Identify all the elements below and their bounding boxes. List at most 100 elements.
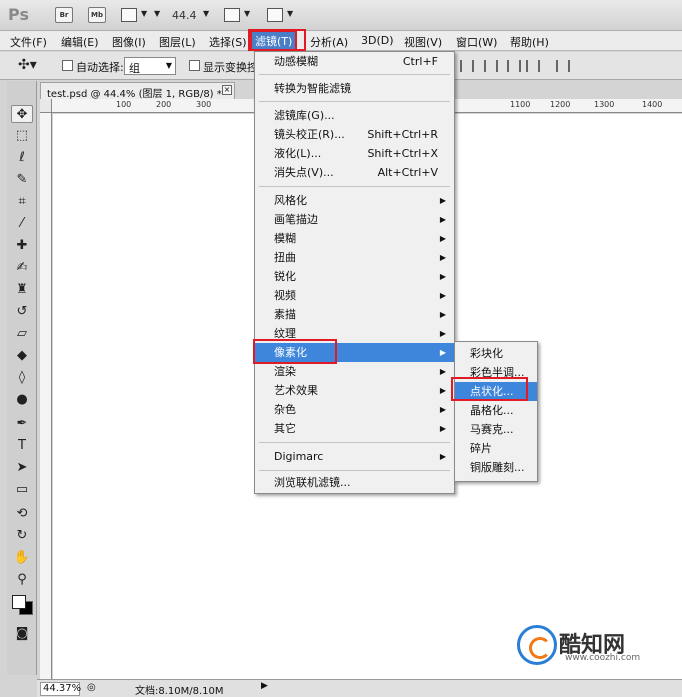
zoom-tool-icon[interactable]: ⚲ xyxy=(11,571,33,589)
filter-vanishing-point-item[interactable]: 消失点(V)... Alt+Ctrl+V xyxy=(255,163,454,182)
status-options-icon[interactable]: ◎ xyxy=(87,682,96,693)
filter-liquify-item[interactable]: 液化(L)... Shift+Ctrl+X xyxy=(255,144,454,163)
bridge-button[interactable]: Br xyxy=(55,7,73,23)
filter-other-item[interactable]: 其它 ▶ xyxy=(255,419,454,438)
pixelate-fragment-item[interactable]: 碎片 xyxy=(455,439,537,458)
eyedropper-tool-icon[interactable]: ⁄ xyxy=(11,215,33,233)
chevron-down-icon[interactable]: ▼ xyxy=(203,9,209,18)
brush-tool-icon[interactable]: ✍ xyxy=(11,259,33,277)
submenu-arrow-icon: ▶ xyxy=(439,424,446,433)
filter-stylize-item[interactable]: 风格化 ▶ xyxy=(255,191,454,210)
blur-tool-icon[interactable]: ◊ xyxy=(11,369,33,387)
filter-gallery-item[interactable]: 滤镜库(G)... xyxy=(255,106,454,125)
foreground-color-swatch[interactable] xyxy=(12,595,26,609)
filter-distort-item[interactable]: 扭曲 ▶ xyxy=(255,248,454,267)
menu-view[interactable]: 视图(V) xyxy=(404,34,442,50)
hand-tool-icon[interactable]: ✋ xyxy=(11,549,33,567)
photoshop-logo: Ps xyxy=(8,5,29,24)
pixelate-pointillize-item[interactable]: 点状化... xyxy=(455,382,537,401)
filter-noise-item[interactable]: 杂色 ▶ xyxy=(255,400,454,419)
ruler-origin[interactable] xyxy=(40,99,52,113)
submenu-arrow-icon: ▶ xyxy=(439,196,446,205)
filter-pixelate-item[interactable]: 像素化 ▶ xyxy=(255,343,454,362)
menu-analysis[interactable]: 分析(A) xyxy=(310,34,348,50)
submenu-arrow-icon: ▶ xyxy=(439,291,446,300)
pen-tool-icon[interactable]: ✒ xyxy=(11,415,33,433)
menu-item-label: 液化(L)... xyxy=(274,147,322,160)
auto-select-checkbox[interactable] xyxy=(62,60,73,71)
filter-browse-online-item[interactable]: 浏览联机滤镜... xyxy=(255,473,454,492)
healing-brush-tool-icon[interactable]: ✚ xyxy=(11,237,33,255)
menu-select[interactable]: 选择(S) xyxy=(209,34,247,50)
shape-tool-icon[interactable]: ▭ xyxy=(11,481,33,499)
filter-digimarc-item[interactable]: Digimarc ▶ xyxy=(255,447,454,466)
status-zoom-field[interactable]: 44.37% xyxy=(40,682,81,696)
auto-align-icon[interactable] xyxy=(556,60,570,72)
ruler-tick-label: 1200 xyxy=(550,100,571,109)
filter-convert-smart-item[interactable]: 转换为智能滤镜 xyxy=(255,79,454,98)
3d-orbit-tool-icon[interactable]: ↻ xyxy=(11,527,33,545)
menu-item-label: 锐化 xyxy=(274,270,296,283)
close-icon[interactable]: × xyxy=(222,85,232,95)
menu-filter[interactable]: 滤镜(T) xyxy=(249,30,298,51)
menu-file[interactable]: 文件(F) xyxy=(10,34,47,50)
chevron-down-icon[interactable]: ▼ xyxy=(244,9,250,18)
paint-bucket-tool-icon[interactable]: ◆ xyxy=(11,347,33,365)
dodge-tool-icon[interactable]: ● xyxy=(11,391,33,409)
status-menu-arrow-icon[interactable]: ▶ xyxy=(261,681,273,695)
align-bottom-icon[interactable] xyxy=(507,60,521,72)
align-left-icon[interactable] xyxy=(526,60,540,72)
pixelate-color-halftone-item[interactable]: 彩色半调... xyxy=(455,363,537,382)
move-tool-preset-icon[interactable]: ✣▾ xyxy=(18,57,37,73)
filter-sketch-item[interactable]: 素描 ▶ xyxy=(255,305,454,324)
menu-edit[interactable]: 编辑(E) xyxy=(61,34,99,50)
arrange-documents-icon[interactable] xyxy=(224,8,240,22)
ruler-tick-label: 100 xyxy=(116,100,132,109)
marquee-tool-icon[interactable]: ⬚ xyxy=(11,127,33,145)
menu-3d[interactable]: 3D(D) xyxy=(361,34,394,47)
screen-mode-icon[interactable] xyxy=(267,8,283,22)
clone-stamp-tool-icon[interactable]: ♜ xyxy=(11,281,33,299)
quick-select-tool-icon[interactable]: ✎ xyxy=(11,171,33,189)
mini-bridge-button[interactable]: Mb xyxy=(88,7,106,23)
pixelate-mezzotint-item[interactable]: 铜版雕刻... xyxy=(455,458,537,477)
filter-artistic-item[interactable]: 艺术效果 ▶ xyxy=(255,381,454,400)
eraser-tool-icon[interactable]: ▱ xyxy=(11,325,33,343)
zoom-level[interactable]: 44.4 xyxy=(172,9,197,22)
menu-image[interactable]: 图像(I) xyxy=(112,34,146,50)
menu-window[interactable]: 窗口(W) xyxy=(456,34,497,50)
filter-brush-strokes-item[interactable]: 画笔描边 ▶ xyxy=(255,210,454,229)
align-vcenter-icon[interactable] xyxy=(484,60,498,72)
menu-layer[interactable]: 图层(L) xyxy=(159,34,196,50)
align-top-icon[interactable] xyxy=(460,60,474,72)
chevron-down-icon[interactable]: ▼ xyxy=(287,9,293,18)
move-tool-icon[interactable]: ✥ xyxy=(11,105,33,123)
filter-sharpen-item[interactable]: 锐化 ▶ xyxy=(255,267,454,286)
pixelate-color-halftone-block-item[interactable]: 彩块化 xyxy=(455,344,537,363)
filter-video-item[interactable]: 视频 ▶ xyxy=(255,286,454,305)
auto-select-dropdown[interactable]: 组 ▼ xyxy=(124,57,176,75)
document-tab[interactable]: test.psd @ 44.4% (图层 1, RGB/8) * xyxy=(40,82,235,100)
3d-rotate-tool-icon[interactable]: ⟲ xyxy=(11,505,33,523)
path-select-tool-icon[interactable]: ➤ xyxy=(11,459,33,477)
pixelate-crystallize-item[interactable]: 晶格化... xyxy=(455,401,537,420)
menu-item-shortcut: Ctrl+F xyxy=(402,55,438,68)
type-tool-icon[interactable]: T xyxy=(11,437,33,455)
pixelate-mosaic-item[interactable]: 马赛克... xyxy=(455,420,537,439)
quick-mask-icon[interactable]: ◙ xyxy=(11,625,33,643)
lasso-tool-icon[interactable]: ℓ xyxy=(11,149,33,167)
menu-help[interactable]: 帮助(H) xyxy=(510,34,549,50)
show-transform-label: 显示变换控 xyxy=(203,61,258,74)
crop-tool-icon[interactable]: ⌗ xyxy=(11,193,33,211)
filter-texture-item[interactable]: 纹理 ▶ xyxy=(255,324,454,343)
history-brush-tool-icon[interactable]: ↺ xyxy=(11,303,33,321)
filter-blur-item[interactable]: 模糊 ▶ xyxy=(255,229,454,248)
chevron-down-icon[interactable]: ▼ xyxy=(141,9,147,18)
filter-lens-correction-item[interactable]: 镜头校正(R)... Shift+Ctrl+R xyxy=(255,125,454,144)
chevron-down-icon[interactable]: ▼ xyxy=(154,9,160,18)
view-extras-icon[interactable] xyxy=(121,8,137,22)
filter-last-filter-item[interactable]: 动感模糊 Ctrl+F xyxy=(255,52,454,71)
show-transform-checkbox[interactable] xyxy=(189,60,200,71)
vertical-ruler[interactable] xyxy=(40,113,52,679)
filter-render-item[interactable]: 渲染 ▶ xyxy=(255,362,454,381)
